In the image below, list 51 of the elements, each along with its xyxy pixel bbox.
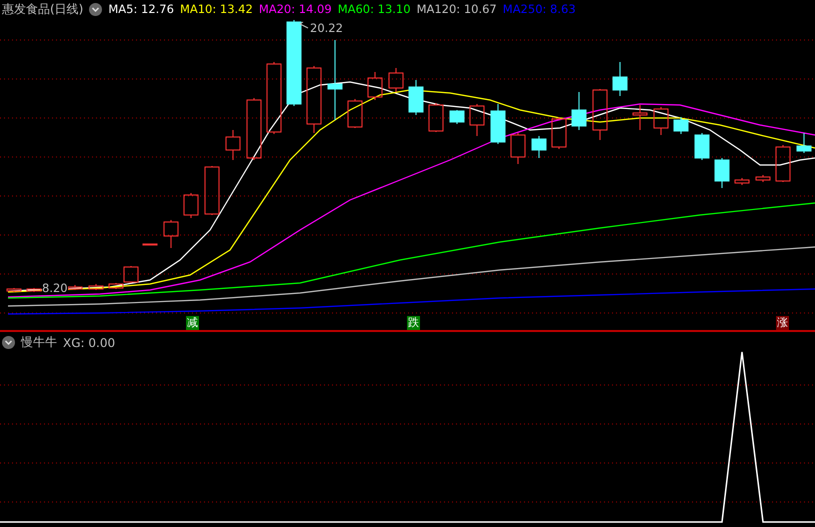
pointer-arrow	[300, 22, 308, 28]
high-price-label: 20.22	[310, 21, 343, 35]
candlestick	[204, 166, 220, 216]
candlestick	[142, 244, 158, 246]
signal-tag: 减	[186, 316, 199, 330]
candlestick	[226, 130, 240, 160]
moving-average-value: MA250: 8.63	[502, 2, 576, 16]
candlestick	[246, 98, 262, 160]
candlestick	[6, 288, 22, 292]
candlestick	[532, 136, 546, 158]
candlestick	[612, 62, 628, 96]
candlestick	[756, 174, 770, 182]
candlestick	[796, 132, 812, 154]
candlestick	[306, 66, 322, 134]
candlestick	[88, 284, 104, 290]
candlestick	[654, 106, 668, 136]
moving-average-value: MA10: 13.42	[180, 2, 253, 16]
dropdown-icon[interactable]	[89, 2, 102, 16]
candlestick	[388, 68, 404, 92]
candlestick	[510, 132, 526, 164]
dropdown-icon[interactable]	[2, 336, 15, 349]
moving-average-value: MA60: 13.10	[338, 2, 411, 16]
candlestick	[26, 288, 42, 292]
signal-tag: 涨	[776, 316, 789, 330]
candlestick	[776, 144, 790, 182]
candlestick	[408, 80, 424, 116]
candlestick	[694, 132, 710, 160]
candlestick	[428, 102, 444, 132]
candlestick	[572, 92, 586, 130]
candlestick	[490, 104, 506, 144]
candlestick	[632, 104, 648, 130]
candlestick	[368, 72, 382, 100]
candlestick	[592, 88, 608, 140]
signal-tag: 跌	[407, 316, 420, 330]
indicator-reading: XG: 0.00	[63, 336, 116, 350]
candlestick	[674, 116, 688, 134]
candlestick	[734, 178, 750, 186]
stock-title: 惠发食品(日线)	[2, 0, 84, 18]
indicator-title: 慢牛牛	[21, 334, 57, 351]
candlestick	[552, 116, 566, 150]
candlestick	[184, 192, 198, 218]
candlestick	[68, 284, 82, 290]
candlestick	[470, 104, 484, 136]
candlestick	[164, 220, 178, 248]
moving-average-value: MA20: 14.09	[258, 2, 332, 16]
candlestick	[714, 158, 730, 188]
candlestick	[348, 98, 362, 128]
low-price-label: 8.20	[42, 282, 68, 294]
moving-average-value: MA120: 10.67	[416, 2, 497, 16]
moving-average-value: MA5: 12.76	[108, 2, 174, 16]
candlestick	[450, 110, 464, 124]
